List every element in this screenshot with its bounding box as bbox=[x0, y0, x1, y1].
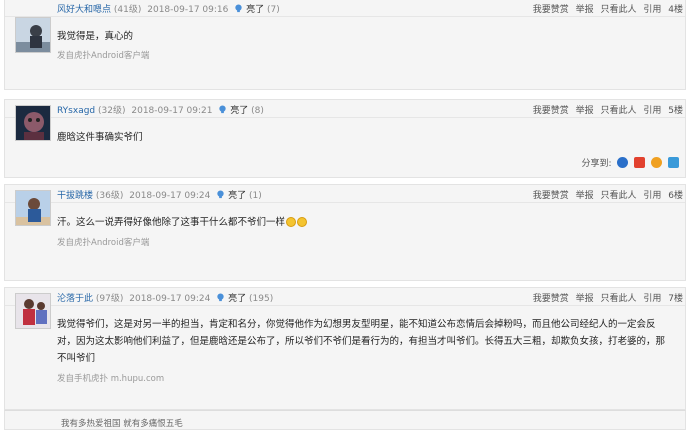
recommend-link[interactable]: 我要赞赏 bbox=[533, 106, 569, 116]
smile-emoji-icon bbox=[297, 217, 308, 227]
share-renren-icon[interactable] bbox=[651, 157, 663, 168]
post-ops: 我要赞赏 举报 只看此人 引用 7楼 bbox=[529, 291, 683, 304]
report-link[interactable]: 举报 bbox=[576, 106, 594, 116]
username-link[interactable]: 风好大和嗯点 bbox=[57, 5, 111, 15]
username-link[interactable]: 干拔跳楼 bbox=[57, 191, 93, 201]
light-bulb-icon[interactable] bbox=[216, 293, 225, 302]
post-5: RYsxagd (32级) 2018-09-17 09:21 亮了 (8) 我要… bbox=[4, 99, 686, 178]
post-time: 2018-09-17 09:16 bbox=[147, 5, 229, 15]
floor-number[interactable]: 5楼 bbox=[668, 106, 683, 116]
quote-link[interactable]: 引用 bbox=[643, 5, 661, 15]
post-time: 2018-09-17 09:21 bbox=[131, 106, 213, 116]
post-meta: 干拔跳楼 (36级) 2018-09-17 09:24 亮了 (1) bbox=[57, 188, 262, 201]
quote-link[interactable]: 引用 bbox=[643, 106, 661, 116]
report-link[interactable]: 举报 bbox=[576, 294, 594, 304]
post-content: 鹿晗这件事确实爷们 bbox=[57, 132, 143, 143]
post-content: 汗。这么一说弄得好像他除了这事干什么都不爷们一样 bbox=[57, 214, 673, 231]
signature-text: 我有多热爱祖国 就有多痛恨五毛 bbox=[61, 419, 183, 429]
post-ops: 我要赞赏 举报 只看此人 引用 6楼 bbox=[529, 188, 683, 201]
floor-number[interactable]: 7楼 bbox=[668, 294, 683, 304]
post-text: 汗。这么一说弄得好像他除了这事干什么都不爷们一样 bbox=[57, 217, 286, 228]
avatar[interactable] bbox=[15, 293, 51, 329]
quote-link[interactable]: 引用 bbox=[643, 191, 661, 201]
smile-emoji-icon bbox=[286, 217, 297, 227]
avatar[interactable] bbox=[15, 190, 51, 226]
light-button[interactable]: 亮了 bbox=[246, 5, 264, 15]
username-link[interactable]: 沦落于此 bbox=[57, 294, 93, 304]
post-time: 2018-09-17 09:24 bbox=[129, 191, 211, 201]
light-bulb-icon[interactable] bbox=[216, 190, 225, 199]
post-source: 发自虎扑Android客户端 bbox=[57, 238, 150, 248]
recommend-link[interactable]: 我要赞赏 bbox=[533, 5, 569, 15]
post-ops: 我要赞赏 举报 只看此人 引用 4楼 bbox=[529, 2, 683, 15]
post-meta: 风好大和嗯点 (41级) 2018-09-17 09:16 亮了 (7) bbox=[57, 2, 280, 15]
post-6: 干拔跳楼 (36级) 2018-09-17 09:24 亮了 (1) 我要赞赏 … bbox=[4, 184, 686, 281]
light-bulb-icon[interactable] bbox=[218, 105, 227, 114]
avatar-image bbox=[16, 106, 50, 140]
post-meta: RYsxagd (32级) 2018-09-17 09:21 亮了 (8) bbox=[57, 103, 264, 116]
floor-number[interactable]: 6楼 bbox=[668, 191, 683, 201]
share-qzone-icon[interactable] bbox=[617, 157, 629, 168]
only-author-link[interactable]: 只看此人 bbox=[600, 191, 636, 201]
post-source: 发自手机虎扑 m.hupu.com bbox=[57, 374, 165, 384]
light-button[interactable]: 亮了 bbox=[228, 191, 246, 201]
post-7: 沦落于此 (97级) 2018-09-17 09:24 亮了 (195) 我要赞… bbox=[4, 287, 686, 410]
report-link[interactable]: 举报 bbox=[576, 191, 594, 201]
post-ops: 我要赞赏 举报 只看此人 引用 5楼 bbox=[529, 103, 683, 116]
user-level: (32级) bbox=[98, 106, 126, 116]
report-link[interactable]: 举报 bbox=[576, 5, 594, 15]
avatar-image bbox=[16, 18, 50, 52]
avatar-image bbox=[16, 191, 50, 225]
username-link[interactable]: RYsxagd bbox=[57, 106, 95, 116]
post-source: 发自虎扑Android客户端 bbox=[57, 51, 150, 61]
share-label: 分享到: bbox=[581, 159, 612, 169]
recommend-link[interactable]: 我要赞赏 bbox=[533, 294, 569, 304]
avatar-image bbox=[16, 294, 50, 328]
only-author-link[interactable]: 只看此人 bbox=[600, 106, 636, 116]
user-level: (41级) bbox=[113, 5, 142, 15]
post-4: 风好大和嗯点 (41级) 2018-09-17 09:16 亮了 (7) 我要赞… bbox=[4, 0, 686, 90]
post-content: 我觉得爷们，这是对另一半的担当，肯定和名分，你觉得他作为幻想男友型明星，能不知道… bbox=[57, 319, 666, 364]
light-count: (195) bbox=[249, 294, 274, 304]
user-level: (36级) bbox=[95, 191, 124, 201]
avatar[interactable] bbox=[15, 17, 51, 53]
only-author-link[interactable]: 只看此人 bbox=[600, 5, 636, 15]
share-qq-icon[interactable] bbox=[668, 157, 679, 168]
light-bulb-icon[interactable] bbox=[234, 4, 243, 13]
light-count: (8) bbox=[251, 106, 264, 116]
share-weibo-icon[interactable] bbox=[634, 157, 646, 168]
recommend-link[interactable]: 我要赞赏 bbox=[533, 191, 569, 201]
light-button[interactable]: 亮了 bbox=[228, 294, 246, 304]
user-level: (97级) bbox=[95, 294, 124, 304]
light-button[interactable]: 亮了 bbox=[230, 106, 248, 116]
post-meta: 沦落于此 (97级) 2018-09-17 09:24 亮了 (195) bbox=[57, 291, 273, 304]
floor-number[interactable]: 4楼 bbox=[668, 5, 683, 15]
share-bar: 分享到: bbox=[581, 156, 679, 169]
post-content: 我觉得是，真心的 bbox=[57, 31, 134, 42]
light-count: (7) bbox=[267, 5, 280, 15]
light-count: (1) bbox=[249, 191, 262, 201]
post-time: 2018-09-17 09:24 bbox=[129, 294, 211, 304]
quote-link[interactable]: 引用 bbox=[643, 294, 661, 304]
signature-bar: 我有多热爱祖国 就有多痛恨五毛 bbox=[4, 410, 686, 430]
avatar[interactable] bbox=[15, 105, 51, 141]
only-author-link[interactable]: 只看此人 bbox=[600, 294, 636, 304]
